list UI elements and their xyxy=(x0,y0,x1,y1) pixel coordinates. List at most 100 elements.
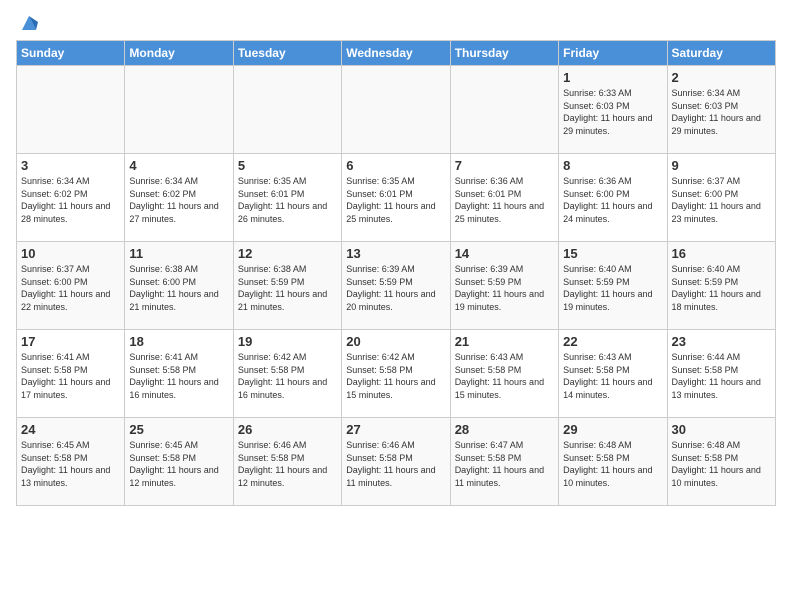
day-number: 22 xyxy=(563,334,662,349)
cell-info: Sunrise: 6:35 AM Sunset: 6:01 PM Dayligh… xyxy=(346,175,445,225)
cell-info: Sunrise: 6:34 AM Sunset: 6:02 PM Dayligh… xyxy=(129,175,228,225)
calendar-day-cell: 27Sunrise: 6:46 AM Sunset: 5:58 PM Dayli… xyxy=(342,418,450,506)
cell-info: Sunrise: 6:44 AM Sunset: 5:58 PM Dayligh… xyxy=(672,351,771,401)
day-number: 16 xyxy=(672,246,771,261)
day-number: 20 xyxy=(346,334,445,349)
cell-info: Sunrise: 6:43 AM Sunset: 5:58 PM Dayligh… xyxy=(455,351,554,401)
cell-info: Sunrise: 6:33 AM Sunset: 6:03 PM Dayligh… xyxy=(563,87,662,137)
cell-info: Sunrise: 6:36 AM Sunset: 6:00 PM Dayligh… xyxy=(563,175,662,225)
cell-info: Sunrise: 6:47 AM Sunset: 5:58 PM Dayligh… xyxy=(455,439,554,489)
cell-info: Sunrise: 6:45 AM Sunset: 5:58 PM Dayligh… xyxy=(21,439,120,489)
cell-info: Sunrise: 6:38 AM Sunset: 6:00 PM Dayligh… xyxy=(129,263,228,313)
calendar-day-cell: 6Sunrise: 6:35 AM Sunset: 6:01 PM Daylig… xyxy=(342,154,450,242)
day-number: 23 xyxy=(672,334,771,349)
calendar-day-cell: 25 Sunrise: 6:45 AM Sunset: 5:58 PM Dayli… xyxy=(125,418,233,506)
day-number: 21 xyxy=(455,334,554,349)
calendar-day-cell: 3 Sunrise: 6:34 AM Sunset: 6:02 PM Daylig… xyxy=(17,154,125,242)
cell-info: Sunrise: 6:42 AM Sunset: 5:58 PM Dayligh… xyxy=(346,351,445,401)
day-number: 12 xyxy=(238,246,337,261)
calendar-day-cell: 4 Sunrise: 6:34 AM Sunset: 6:02 PM Daylig… xyxy=(125,154,233,242)
calendar-day-cell: 30 Sunrise: 6:48 AM Sunset: 5:58 PM Dayli… xyxy=(667,418,775,506)
cell-info: Sunrise: 6:40 AM Sunset: 5:59 PM Dayligh… xyxy=(672,263,771,313)
day-number: 30 xyxy=(672,422,771,437)
calendar-day-cell: 8 Sunrise: 6:36 AM Sunset: 6:00 PM Daylig… xyxy=(559,154,667,242)
cell-info: Sunrise: 6:48 AM Sunset: 5:58 PM Dayligh… xyxy=(563,439,662,489)
day-number: 8 xyxy=(563,158,662,173)
calendar-day-cell: 9 Sunrise: 6:37 AM Sunset: 6:00 PM Daylig… xyxy=(667,154,775,242)
cell-info: Sunrise: 6:34 AM Sunset: 6:03 PM Dayligh… xyxy=(672,87,771,137)
day-number: 29 xyxy=(563,422,662,437)
cell-info: Sunrise: 6:41 AM Sunset: 5:58 PM Dayligh… xyxy=(129,351,228,401)
cell-info: Sunrise: 6:35 AM Sunset: 6:01 PM Dayligh… xyxy=(238,175,337,225)
day-number: 24 xyxy=(21,422,120,437)
calendar-week-row: 24 Sunrise: 6:45 AM Sunset: 5:58 PM Dayli… xyxy=(17,418,776,506)
calendar-week-row: 17 Sunrise: 6:41 AM Sunset: 5:58 PM Dayli… xyxy=(17,330,776,418)
weekday-header: Thursday xyxy=(450,41,558,66)
cell-info: Sunrise: 6:37 AM Sunset: 6:00 PM Dayligh… xyxy=(21,263,120,313)
calendar-day-cell: 29 Sunrise: 6:48 AM Sunset: 5:58 PM Dayli… xyxy=(559,418,667,506)
day-number: 2 xyxy=(672,70,771,85)
day-number: 4 xyxy=(129,158,228,173)
calendar-week-row: 10 Sunrise: 6:37 AM Sunset: 6:00 PM Dayli… xyxy=(17,242,776,330)
weekday-header: Friday xyxy=(559,41,667,66)
day-number: 7 xyxy=(455,158,554,173)
calendar-day-cell xyxy=(450,66,558,154)
calendar-day-cell: 17Sunrise: 6:41 AM Sunset: 5:58 PM Dayli… xyxy=(17,330,125,418)
calendar-day-cell: 23 Sunrise: 6:44 AM Sunset: 5:58 PM Dayli… xyxy=(667,330,775,418)
calendar-week-row: 3 Sunrise: 6:34 AM Sunset: 6:02 PM Daylig… xyxy=(17,154,776,242)
calendar-week-row: 1 Sunrise: 6:33 AM Sunset: 6:03 PM Daylig… xyxy=(17,66,776,154)
calendar-day-cell: 24 Sunrise: 6:45 AM Sunset: 5:58 PM Dayli… xyxy=(17,418,125,506)
cell-info: Sunrise: 6:36 AM Sunset: 6:01 PM Dayligh… xyxy=(455,175,554,225)
cell-info: Sunrise: 6:40 AM Sunset: 5:59 PM Dayligh… xyxy=(563,263,662,313)
calendar-day-cell: 12 Sunrise: 6:38 AM Sunset: 5:59 PM Dayli… xyxy=(233,242,341,330)
calendar-day-cell: 26 Sunrise: 6:46 AM Sunset: 5:58 PM Dayli… xyxy=(233,418,341,506)
weekday-header: Tuesday xyxy=(233,41,341,66)
cell-info: Sunrise: 6:34 AM Sunset: 6:02 PM Dayligh… xyxy=(21,175,120,225)
cell-info: Sunrise: 6:43 AM Sunset: 5:58 PM Dayligh… xyxy=(563,351,662,401)
day-number: 14 xyxy=(455,246,554,261)
calendar-day-cell: 7 Sunrise: 6:36 AM Sunset: 6:01 PM Daylig… xyxy=(450,154,558,242)
calendar-day-cell: 1 Sunrise: 6:33 AM Sunset: 6:03 PM Daylig… xyxy=(559,66,667,154)
cell-info: Sunrise: 6:48 AM Sunset: 5:58 PM Dayligh… xyxy=(672,439,771,489)
calendar-day-cell xyxy=(125,66,233,154)
weekday-header: Sunday xyxy=(17,41,125,66)
calendar-day-cell xyxy=(233,66,341,154)
cell-info: Sunrise: 6:38 AM Sunset: 5:59 PM Dayligh… xyxy=(238,263,337,313)
calendar-day-cell: 15Sunrise: 6:40 AM Sunset: 5:59 PM Dayli… xyxy=(559,242,667,330)
cell-info: Sunrise: 6:45 AM Sunset: 5:58 PM Dayligh… xyxy=(129,439,228,489)
day-number: 25 xyxy=(129,422,228,437)
logo-icon xyxy=(18,12,40,34)
calendar-day-cell: 16 Sunrise: 6:40 AM Sunset: 5:59 PM Dayli… xyxy=(667,242,775,330)
calendar-day-cell: 5 Sunrise: 6:35 AM Sunset: 6:01 PM Daylig… xyxy=(233,154,341,242)
cell-info: Sunrise: 6:46 AM Sunset: 5:58 PM Dayligh… xyxy=(238,439,337,489)
weekday-header: Monday xyxy=(125,41,233,66)
cell-info: Sunrise: 6:39 AM Sunset: 5:59 PM Dayligh… xyxy=(346,263,445,313)
calendar-day-cell: 20 Sunrise: 6:42 AM Sunset: 5:58 PM Dayli… xyxy=(342,330,450,418)
calendar-day-cell: 10 Sunrise: 6:37 AM Sunset: 6:00 PM Dayli… xyxy=(17,242,125,330)
calendar-day-cell: 19Sunrise: 6:42 AM Sunset: 5:58 PM Dayli… xyxy=(233,330,341,418)
cell-info: Sunrise: 6:39 AM Sunset: 5:59 PM Dayligh… xyxy=(455,263,554,313)
day-number: 9 xyxy=(672,158,771,173)
calendar-day-cell: 21 Sunrise: 6:43 AM Sunset: 5:58 PM Dayli… xyxy=(450,330,558,418)
day-number: 26 xyxy=(238,422,337,437)
logo xyxy=(16,16,40,28)
calendar-table: SundayMondayTuesdayWednesdayThursdayFrid… xyxy=(16,40,776,506)
day-number: 3 xyxy=(21,158,120,173)
header xyxy=(16,16,776,28)
day-number: 5 xyxy=(238,158,337,173)
cell-info: Sunrise: 6:46 AM Sunset: 5:58 PM Dayligh… xyxy=(346,439,445,489)
day-number: 1 xyxy=(563,70,662,85)
weekday-header: Wednesday xyxy=(342,41,450,66)
day-number: 10 xyxy=(21,246,120,261)
day-number: 17 xyxy=(21,334,120,349)
calendar-day-cell: 22 Sunrise: 6:43 AM Sunset: 5:58 PM Dayli… xyxy=(559,330,667,418)
header-row: SundayMondayTuesdayWednesdayThursdayFrid… xyxy=(17,41,776,66)
calendar-day-cell xyxy=(17,66,125,154)
calendar-day-cell: 18 Sunrise: 6:41 AM Sunset: 5:58 PM Dayli… xyxy=(125,330,233,418)
day-number: 19 xyxy=(238,334,337,349)
day-number: 18 xyxy=(129,334,228,349)
day-number: 11 xyxy=(129,246,228,261)
calendar-day-cell: 13Sunrise: 6:39 AM Sunset: 5:59 PM Dayli… xyxy=(342,242,450,330)
cell-info: Sunrise: 6:37 AM Sunset: 6:00 PM Dayligh… xyxy=(672,175,771,225)
calendar-day-cell xyxy=(342,66,450,154)
